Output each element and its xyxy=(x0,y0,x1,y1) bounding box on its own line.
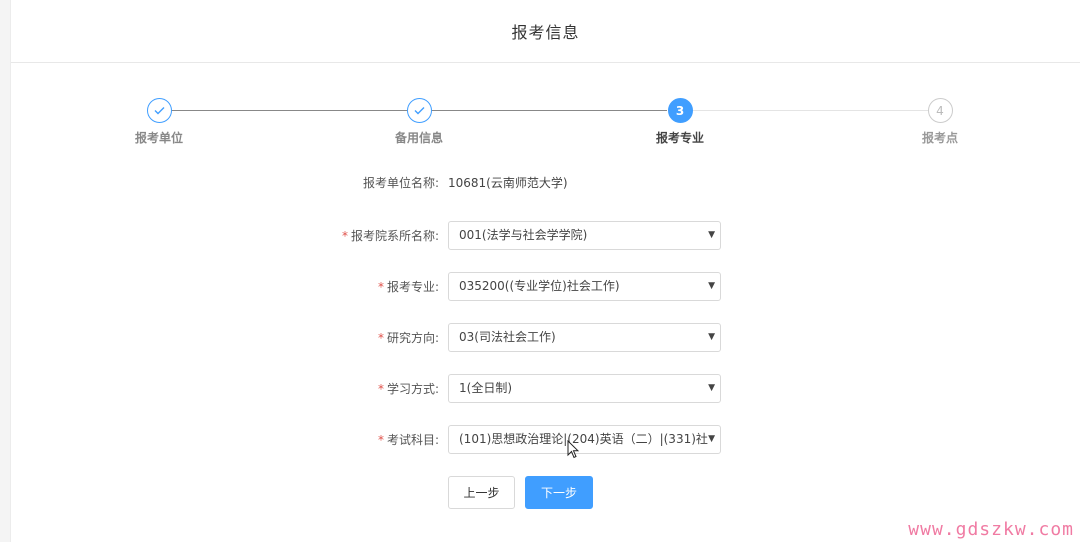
step-1: 报考单位 xyxy=(99,98,219,146)
caret-down-icon: ▼ xyxy=(708,383,715,393)
panel-header: 报考信息 xyxy=(11,0,1080,63)
department-row: * 报考院系所名称: 001(法学与社会学学院) ▼ xyxy=(11,221,1080,251)
required-mark: * xyxy=(377,280,384,294)
caret-down-icon: ▼ xyxy=(708,434,715,444)
label-text: 报考专业: xyxy=(386,280,439,294)
step-label: 报考专业 xyxy=(655,131,704,145)
step-2: 备用信息 xyxy=(359,98,479,146)
select-value: 035200((专业学位)社会工作) xyxy=(459,279,620,293)
study-mode-row: * 学习方式: 1(全日制) ▼ xyxy=(11,374,1080,404)
major-label: * 报考专业: xyxy=(378,272,439,302)
required-mark: * xyxy=(341,229,348,243)
site-watermark: www.gdszkw.com xyxy=(908,519,1074,540)
next-button[interactable]: 下一步 xyxy=(525,476,593,509)
step-number: 3 xyxy=(667,98,693,123)
major-row: * 报考专业: 035200((专业学位)社会工作) ▼ xyxy=(11,272,1080,302)
progress-steps: 报考单位 备用信息 3 报考专业 4 报考点 xyxy=(11,98,1080,148)
step-number: 4 xyxy=(927,98,953,123)
step-3: 3 报考专业 xyxy=(620,98,740,146)
mouse-cursor-icon xyxy=(567,440,579,459)
label-text: 学习方式: xyxy=(386,382,439,396)
step-label: 报考点 xyxy=(921,131,958,145)
step-label: 备用信息 xyxy=(394,131,443,145)
unit-row: 报考单位名称: 10681(云南师范大学) xyxy=(11,168,1080,198)
unit-value: 10681(云南师范大学) xyxy=(448,176,568,190)
label-text: 考试科目: xyxy=(386,433,439,447)
page-title: 报考信息 xyxy=(511,23,580,42)
department-select[interactable]: 001(法学与社会学学院) ▼ xyxy=(448,221,721,250)
direction-select[interactable]: 03(司法社会工作) ▼ xyxy=(448,323,721,352)
exam-subjects-label: * 考试科目: xyxy=(378,425,439,455)
step-label: 报考单位 xyxy=(134,131,183,145)
label-text: 报考院系所名称: xyxy=(350,229,439,243)
prev-button[interactable]: 上一步 xyxy=(448,476,515,509)
step-4: 4 报考点 xyxy=(880,98,1000,146)
unit-label: 报考单位名称: xyxy=(362,176,439,190)
check-icon xyxy=(146,98,172,123)
caret-down-icon: ▼ xyxy=(708,230,715,240)
caret-down-icon: ▼ xyxy=(708,281,715,291)
major-select[interactable]: 035200((专业学位)社会工作) ▼ xyxy=(448,272,721,301)
select-value: (101)思想政治理论|(204)英语（二）|(331)社 xyxy=(459,432,708,446)
check-icon xyxy=(406,98,432,123)
select-value: 1(全日制) xyxy=(459,381,512,395)
caret-down-icon: ▼ xyxy=(708,332,715,342)
direction-label: * 研究方向: xyxy=(378,323,439,353)
study-mode-select[interactable]: 1(全日制) ▼ xyxy=(448,374,721,403)
form-panel: 报考信息 报考单位 备用信息 3 报考专业 4 报考点 报考单位名称: 1068… xyxy=(10,0,1080,542)
exam-subjects-row: * 考试科目: (101)思想政治理论|(204)英语（二）|(331)社 ▼ xyxy=(11,425,1080,455)
study-mode-label: * 学习方式: xyxy=(378,374,439,404)
select-value: 001(法学与社会学学院) xyxy=(459,228,588,242)
department-label: * 报考院系所名称: xyxy=(342,221,439,251)
select-value: 03(司法社会工作) xyxy=(459,330,556,344)
required-mark: * xyxy=(377,433,384,447)
required-mark: * xyxy=(377,331,384,345)
label-text: 研究方向: xyxy=(386,331,439,345)
required-mark: * xyxy=(377,382,384,396)
direction-row: * 研究方向: 03(司法社会工作) ▼ xyxy=(11,323,1080,353)
exam-subjects-select[interactable]: (101)思想政治理论|(204)英语（二）|(331)社 ▼ xyxy=(448,425,721,454)
